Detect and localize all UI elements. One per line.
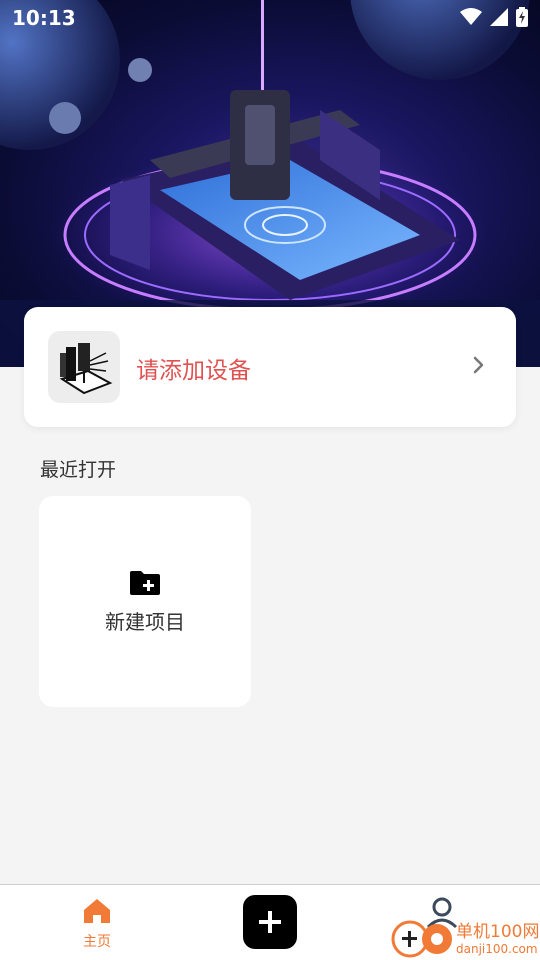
watermark-text: 单机100网 [456, 922, 540, 942]
recent-section-title: 最近打开 [40, 459, 117, 481]
watermark-icon [391, 920, 452, 958]
laser-engraver-icon [48, 331, 120, 403]
status-time: 10:13 [12, 6, 76, 30]
add-button[interactable] [243, 895, 297, 949]
tab-home-label: 主页 [83, 934, 111, 950]
wifi-icon [460, 8, 482, 25]
tab-home[interactable]: 主页 [67, 897, 127, 951]
watermark-logo: 单机100网 danji100.com [390, 915, 540, 960]
home-icon [84, 899, 110, 923]
new-project-label: 新建项目 [105, 610, 185, 634]
new-project-card[interactable]: 新建项目 [39, 496, 251, 707]
add-device-card[interactable]: 请添加设备 [24, 307, 516, 427]
signal-icon [490, 8, 508, 26]
chevron-right-icon [473, 356, 484, 374]
status-bar: 10:13 [0, 0, 540, 36]
watermark-url: danji100.com [456, 942, 538, 956]
battery-icon [516, 7, 528, 27]
plus-icon [259, 911, 281, 933]
folder-add-icon [130, 571, 160, 595]
add-device-label: 请添加设备 [136, 358, 251, 384]
